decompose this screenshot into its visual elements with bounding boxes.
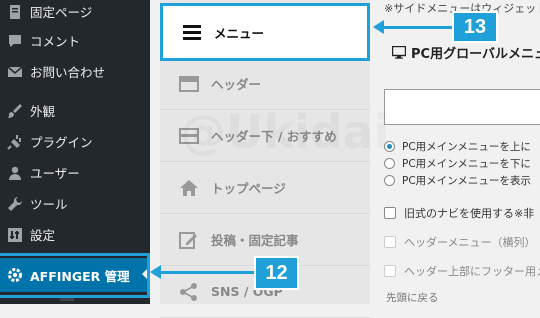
check-label: ヘッダー上部にフッター用メ xyxy=(404,265,540,278)
sidebar-item-settings[interactable]: 設定 xyxy=(0,219,150,250)
settings-icon xyxy=(7,227,23,243)
check-header-footer-menu[interactable]: ヘッダー上部にフッター用メ xyxy=(384,263,540,279)
checkbox[interactable] xyxy=(384,207,396,219)
submenu-hint xyxy=(60,298,74,301)
radio-button[interactable] xyxy=(384,158,395,169)
sidebar-item-label: 外観 xyxy=(30,104,56,119)
sidebar-item-comments[interactable]: コメント xyxy=(0,25,150,56)
tab-header[interactable]: ヘッダー xyxy=(160,58,370,110)
tab-label: メニュー xyxy=(214,25,265,41)
callout-12-highlight xyxy=(0,253,150,298)
sidebar-item-contact[interactable]: お問い合わせ xyxy=(0,56,150,87)
radio-button[interactable] xyxy=(384,141,395,152)
callout-12-badge: 12 xyxy=(254,256,299,290)
callout-12-arrow xyxy=(150,265,161,279)
page-icon xyxy=(7,4,23,20)
header-below-icon xyxy=(179,127,199,145)
tab-top-page[interactable]: トップページ xyxy=(160,162,370,214)
tab-label: トップページ xyxy=(211,181,286,196)
tab-label: 投稿・固定記事 xyxy=(211,233,299,248)
home-icon xyxy=(179,179,199,197)
sidebar-item-appearance[interactable]: 外観 xyxy=(0,95,150,126)
sidebar-item-plugins[interactable]: プラグイン xyxy=(0,126,150,157)
check-header-menu[interactable]: ヘッダーメニュー（横列） xyxy=(384,234,536,250)
sidebar-item-tools[interactable]: ツール xyxy=(0,188,150,219)
sidebar-item-label: 設定 xyxy=(30,228,56,243)
sidebar-item-users[interactable]: ユーザー xyxy=(0,157,150,188)
comment-icon xyxy=(7,33,23,49)
tab-header-below[interactable]: ヘッダー下 / おすすめ xyxy=(160,110,370,162)
radio-button[interactable] xyxy=(384,175,395,186)
callout-13-arrow xyxy=(373,20,384,34)
back-to-top-link[interactable]: 先頭に戻る xyxy=(386,290,439,304)
check-label: ヘッダーメニュー（横列） xyxy=(404,236,536,249)
callout-12-line xyxy=(160,271,256,274)
check-label: 旧式のナビを使用する※非 xyxy=(404,207,535,220)
sidebar-item-label: ユーザー xyxy=(30,166,80,181)
tab-menu[interactable]: メニュー xyxy=(160,3,370,61)
monitor-icon xyxy=(392,46,406,59)
sidebar-item-label: ツール xyxy=(30,197,68,212)
checkbox[interactable] xyxy=(384,265,396,277)
sidebar-item-label: プラグイン xyxy=(30,135,93,150)
sidebar-item-pages[interactable]: 固定ページ xyxy=(0,0,150,27)
radio-menu-display[interactable]: PC用メインメニューを表示 xyxy=(384,173,531,188)
radio-label: PC用メインメニューを下に xyxy=(402,158,531,170)
tab-label: ヘッダー xyxy=(211,77,262,92)
mail-icon xyxy=(7,64,23,80)
plugin-icon xyxy=(7,134,23,150)
checkbox[interactable] xyxy=(384,236,396,248)
sidebar-item-label: 固定ページ xyxy=(30,5,93,20)
radio-label: PC用メインメニューを表示 xyxy=(402,175,531,187)
check-legacy-nav[interactable]: 旧式のナビを使用する※非 xyxy=(384,205,534,221)
tab-label: ヘッダー下 / おすすめ xyxy=(211,129,337,144)
menu-icon xyxy=(182,23,202,41)
radio-menu-top[interactable]: PC用メインメニューを上に xyxy=(384,139,531,154)
radio-menu-bottom[interactable]: PC用メインメニューを下に xyxy=(384,156,531,171)
share-icon xyxy=(179,282,199,301)
wrench-icon xyxy=(7,196,23,212)
user-icon xyxy=(7,165,23,181)
radio-label: PC用メインメニューを上に xyxy=(402,141,531,153)
menu-text-input[interactable] xyxy=(384,89,540,125)
header-layout-icon xyxy=(179,75,199,93)
sidebar-item-label: コメント xyxy=(30,34,81,49)
brush-icon xyxy=(7,103,23,119)
callout-13-badge: 13 xyxy=(452,11,498,43)
section-title-text: PC用グローバルメニュー xyxy=(411,47,540,62)
settings-content: ※サイドメニューはウィジェット PC用グローバルメニュー PC用メインメニューを… xyxy=(372,0,540,304)
sidebar-item-label: お問い合わせ xyxy=(30,65,106,80)
edit-icon xyxy=(179,231,199,249)
section-title: PC用グローバルメニュー xyxy=(392,43,540,62)
callout-13-line xyxy=(384,26,452,29)
